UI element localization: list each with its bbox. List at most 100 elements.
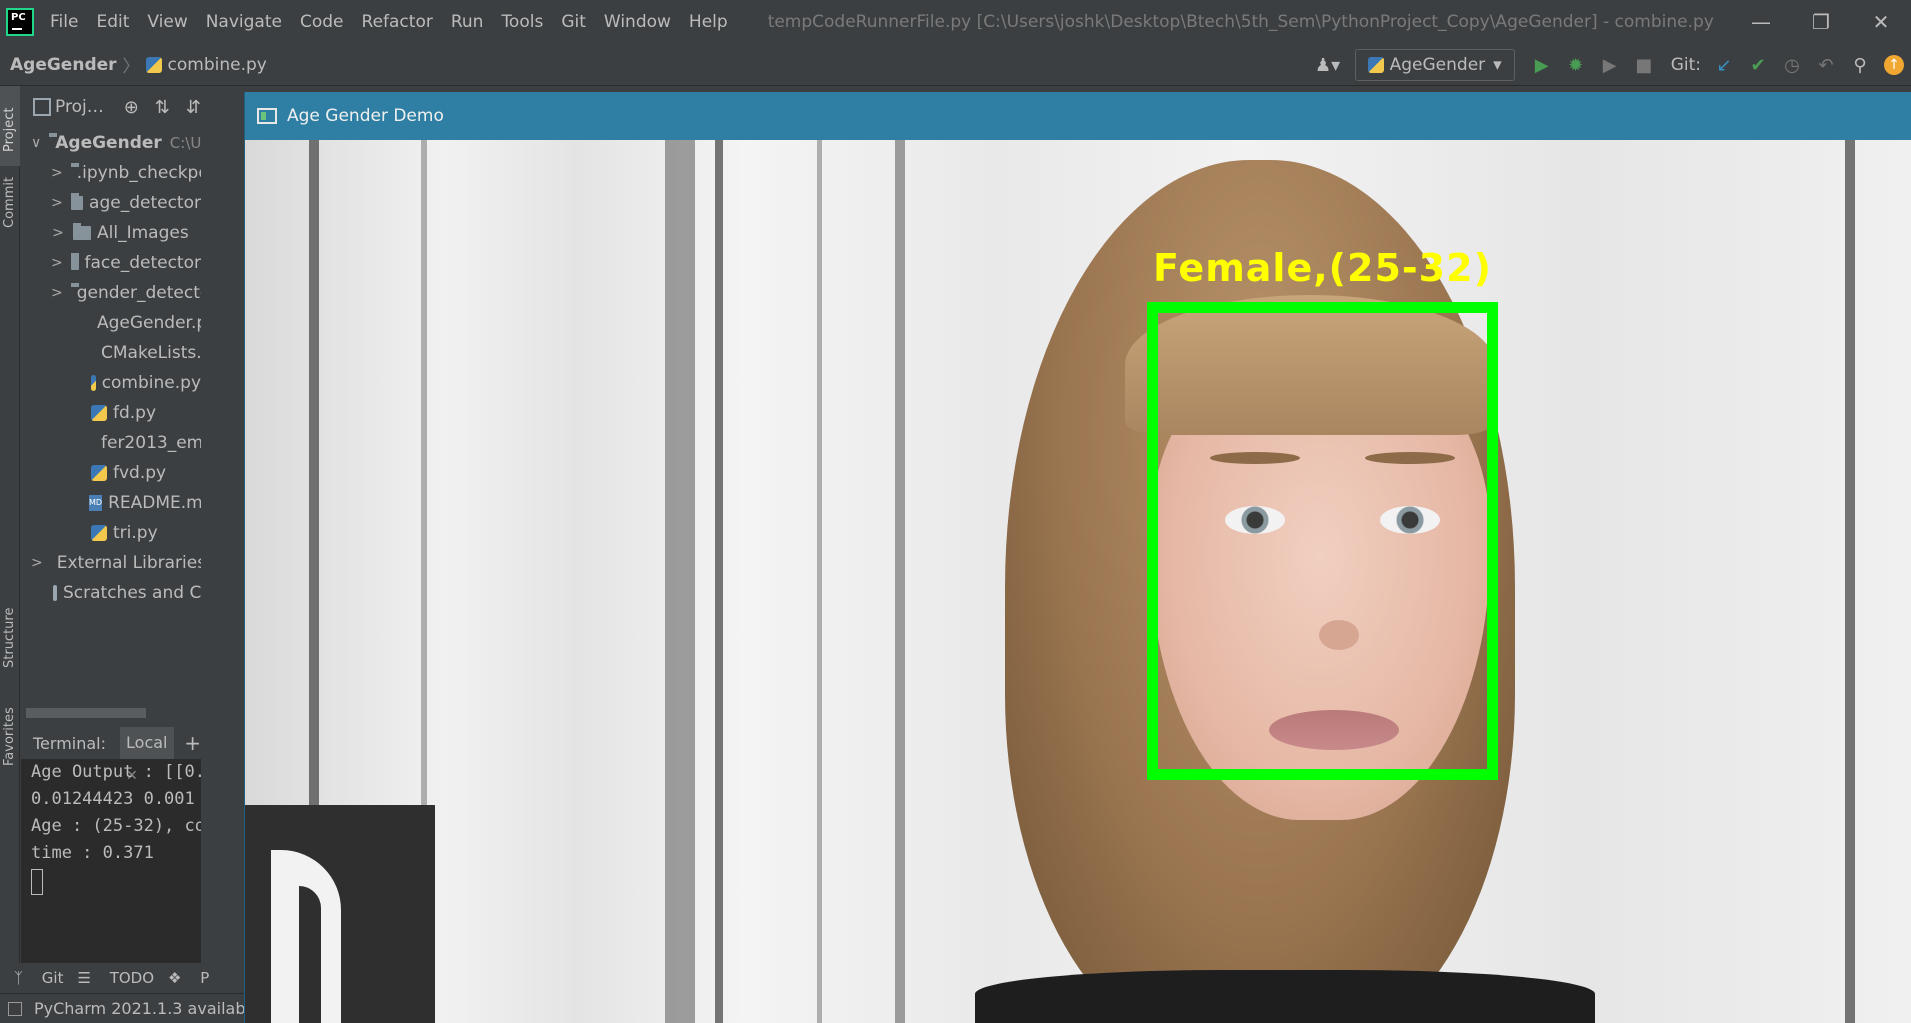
breadcrumb-project[interactable]: AgeGender: [10, 55, 117, 75]
menu-window[interactable]: Window: [604, 12, 671, 32]
tab-problems[interactable]: ❖ P: [168, 969, 209, 987]
menu-git[interactable]: Git: [561, 12, 586, 32]
project-view-select[interactable]: Proj…: [55, 97, 104, 117]
terminal-cursor[interactable]: [31, 869, 43, 895]
chevron-right-icon[interactable]: >: [51, 255, 63, 271]
menu-navigate[interactable]: Navigate: [206, 12, 282, 32]
history-icon[interactable]: ◷: [1775, 48, 1809, 82]
navigation-bar: AgeGender 〉 combine.py ♟▾ AgeGender ▾ ▶ …: [0, 44, 1911, 86]
demo-window: Age Gender Demo Female,(25-32): [244, 92, 1911, 1023]
tree-item-file[interactable]: combine.py: [21, 368, 201, 398]
tree-item-folder[interactable]: > age_detector: [21, 188, 201, 218]
menu-tools[interactable]: Tools: [501, 12, 543, 32]
terminal-label: Terminal:: [33, 733, 107, 753]
tree-item-file[interactable]: fer2013_emotio: [21, 428, 201, 458]
toolbar: ♟▾ AgeGender ▾ ▶ ✹ ▶ ■ Git: ↙ ✔ ◷ ↶ ⚲ ↑: [1311, 44, 1911, 86]
tree-item-file[interactable]: tri.py: [21, 518, 201, 548]
breadcrumb-separator-icon: 〉: [122, 57, 140, 77]
background-stripe: [817, 140, 822, 1023]
menu-run[interactable]: Run: [451, 12, 484, 32]
tree-item-file[interactable]: CMakeLists.txt: [21, 338, 201, 368]
window-title: tempCodeRunnerFile.py [C:\Users\joshk\De…: [767, 12, 1714, 32]
tree-item-file[interactable]: MD README.md: [21, 488, 201, 518]
tab-problems-label: P: [200, 969, 210, 987]
bottom-tool-tabs: ᛉ Git ☰ TODO ❖ P: [0, 963, 209, 993]
git-commit-icon[interactable]: ✔: [1741, 48, 1775, 82]
chevron-right-icon[interactable]: >: [51, 195, 63, 211]
git-update-icon[interactable]: ↙: [1707, 48, 1741, 82]
tab-git[interactable]: ᛉ Git: [14, 969, 63, 987]
collapse-all-icon[interactable]: ⇅: [155, 97, 170, 118]
rollback-icon[interactable]: ↶: [1809, 48, 1843, 82]
tree-item-label: All_Images: [97, 223, 189, 243]
minimize-icon[interactable]: —: [1731, 0, 1791, 44]
tab-favorites-label: Favorites: [2, 707, 17, 766]
tree-item-label: README.md: [108, 493, 201, 513]
tab-local-label: Local: [126, 733, 168, 752]
tree-item-folder[interactable]: > All_Images: [21, 218, 201, 248]
menu-file[interactable]: File: [50, 12, 78, 32]
chevron-right-icon[interactable]: >: [51, 285, 63, 301]
project-panel: Proj… ⊕ ⇅ ⇵ ∨ AgeGender C:\Use > .ipynb_…: [21, 86, 201, 726]
tab-structure-label: Structure: [2, 607, 17, 668]
locate-icon[interactable]: ⊕: [124, 97, 139, 118]
expand-all-icon[interactable]: ⇵: [186, 97, 201, 118]
tree-item-folder[interactable]: > face_detector: [21, 248, 201, 278]
tab-project[interactable]: Project: [0, 86, 20, 166]
window-app-icon: [257, 108, 277, 124]
scratches-icon: [53, 585, 57, 601]
person-shirt: [975, 970, 1595, 1023]
tree-item-folder[interactable]: > .ipynb_checkpoi: [21, 158, 201, 188]
restore-icon[interactable]: ❐: [1791, 0, 1851, 44]
tab-commit-label: Commit: [2, 176, 17, 228]
menu-refactor[interactable]: Refactor: [362, 12, 433, 32]
breadcrumb-file[interactable]: combine.py: [168, 55, 267, 75]
chevron-down-icon[interactable]: ∨: [31, 135, 41, 151]
tab-todo[interactable]: ☰ TODO: [77, 969, 154, 987]
pycharm-logo-icon: PC: [6, 8, 34, 36]
run-icon[interactable]: ▶: [1525, 48, 1559, 82]
face-bounding-box: [1147, 302, 1498, 780]
terminal-line: time : 0.371: [31, 843, 154, 863]
add-tab-icon[interactable]: +: [184, 731, 201, 755]
status-message[interactable]: PyCharm 2021.1.3 available: [34, 999, 260, 1018]
tree-root-path: C:\Use: [169, 134, 201, 152]
menu-help[interactable]: Help: [689, 12, 728, 32]
demo-window-titlebar[interactable]: Age Gender Demo: [245, 92, 1911, 140]
tab-commit[interactable]: Commit: [0, 166, 20, 236]
horizontal-scrollbar[interactable]: [26, 708, 146, 718]
terminal-line: 0.01244423 0.001: [31, 789, 195, 809]
tree-item-label: Scratches and Cons: [63, 583, 201, 603]
update-icon[interactable]: ↑: [1877, 48, 1911, 82]
run-configuration-select[interactable]: AgeGender ▾: [1354, 49, 1515, 81]
tab-favorites[interactable]: Favorites: [0, 696, 20, 776]
menu-view[interactable]: View: [147, 12, 187, 32]
stop-icon[interactable]: ■: [1627, 48, 1661, 82]
tree-item-folder[interactable]: > gender_detector: [21, 278, 201, 308]
tree-item-file[interactable]: AgeGender.py: [21, 308, 201, 338]
tree-item-file[interactable]: fvd.py: [21, 458, 201, 488]
tree-external-libraries[interactable]: > External Libraries: [21, 548, 201, 578]
tab-local[interactable]: Local ✕: [120, 727, 175, 784]
debug-icon[interactable]: ✹: [1559, 48, 1593, 82]
tree-item-label: AgeGender.py: [97, 313, 201, 333]
status-toggle-icon[interactable]: [8, 1001, 22, 1016]
demo-window-title: Age Gender Demo: [287, 106, 444, 126]
coverage-icon[interactable]: ▶: [1593, 48, 1627, 82]
tab-structure[interactable]: Structure: [0, 596, 20, 676]
chevron-right-icon[interactable]: >: [51, 225, 65, 241]
tree-root[interactable]: ∨ AgeGender C:\Use: [21, 128, 201, 158]
search-icon[interactable]: ⚲: [1843, 48, 1877, 82]
menu-edit[interactable]: Edit: [96, 12, 129, 32]
tree-root-label: AgeGender: [55, 133, 162, 153]
user-icon[interactable]: ♟▾: [1311, 48, 1345, 82]
python-file-icon: [91, 405, 107, 421]
menu-code[interactable]: Code: [300, 12, 344, 32]
chevron-right-icon[interactable]: >: [31, 555, 43, 571]
chevron-right-icon[interactable]: >: [51, 165, 63, 181]
tree-item-file[interactable]: fd.py: [21, 398, 201, 428]
close-icon[interactable]: ✕: [1851, 0, 1911, 44]
background-stripe: [1845, 140, 1855, 1023]
tree-scratches[interactable]: Scratches and Cons: [21, 578, 201, 608]
terminal-tabs: Terminal: Local ✕ +: [21, 727, 201, 784]
